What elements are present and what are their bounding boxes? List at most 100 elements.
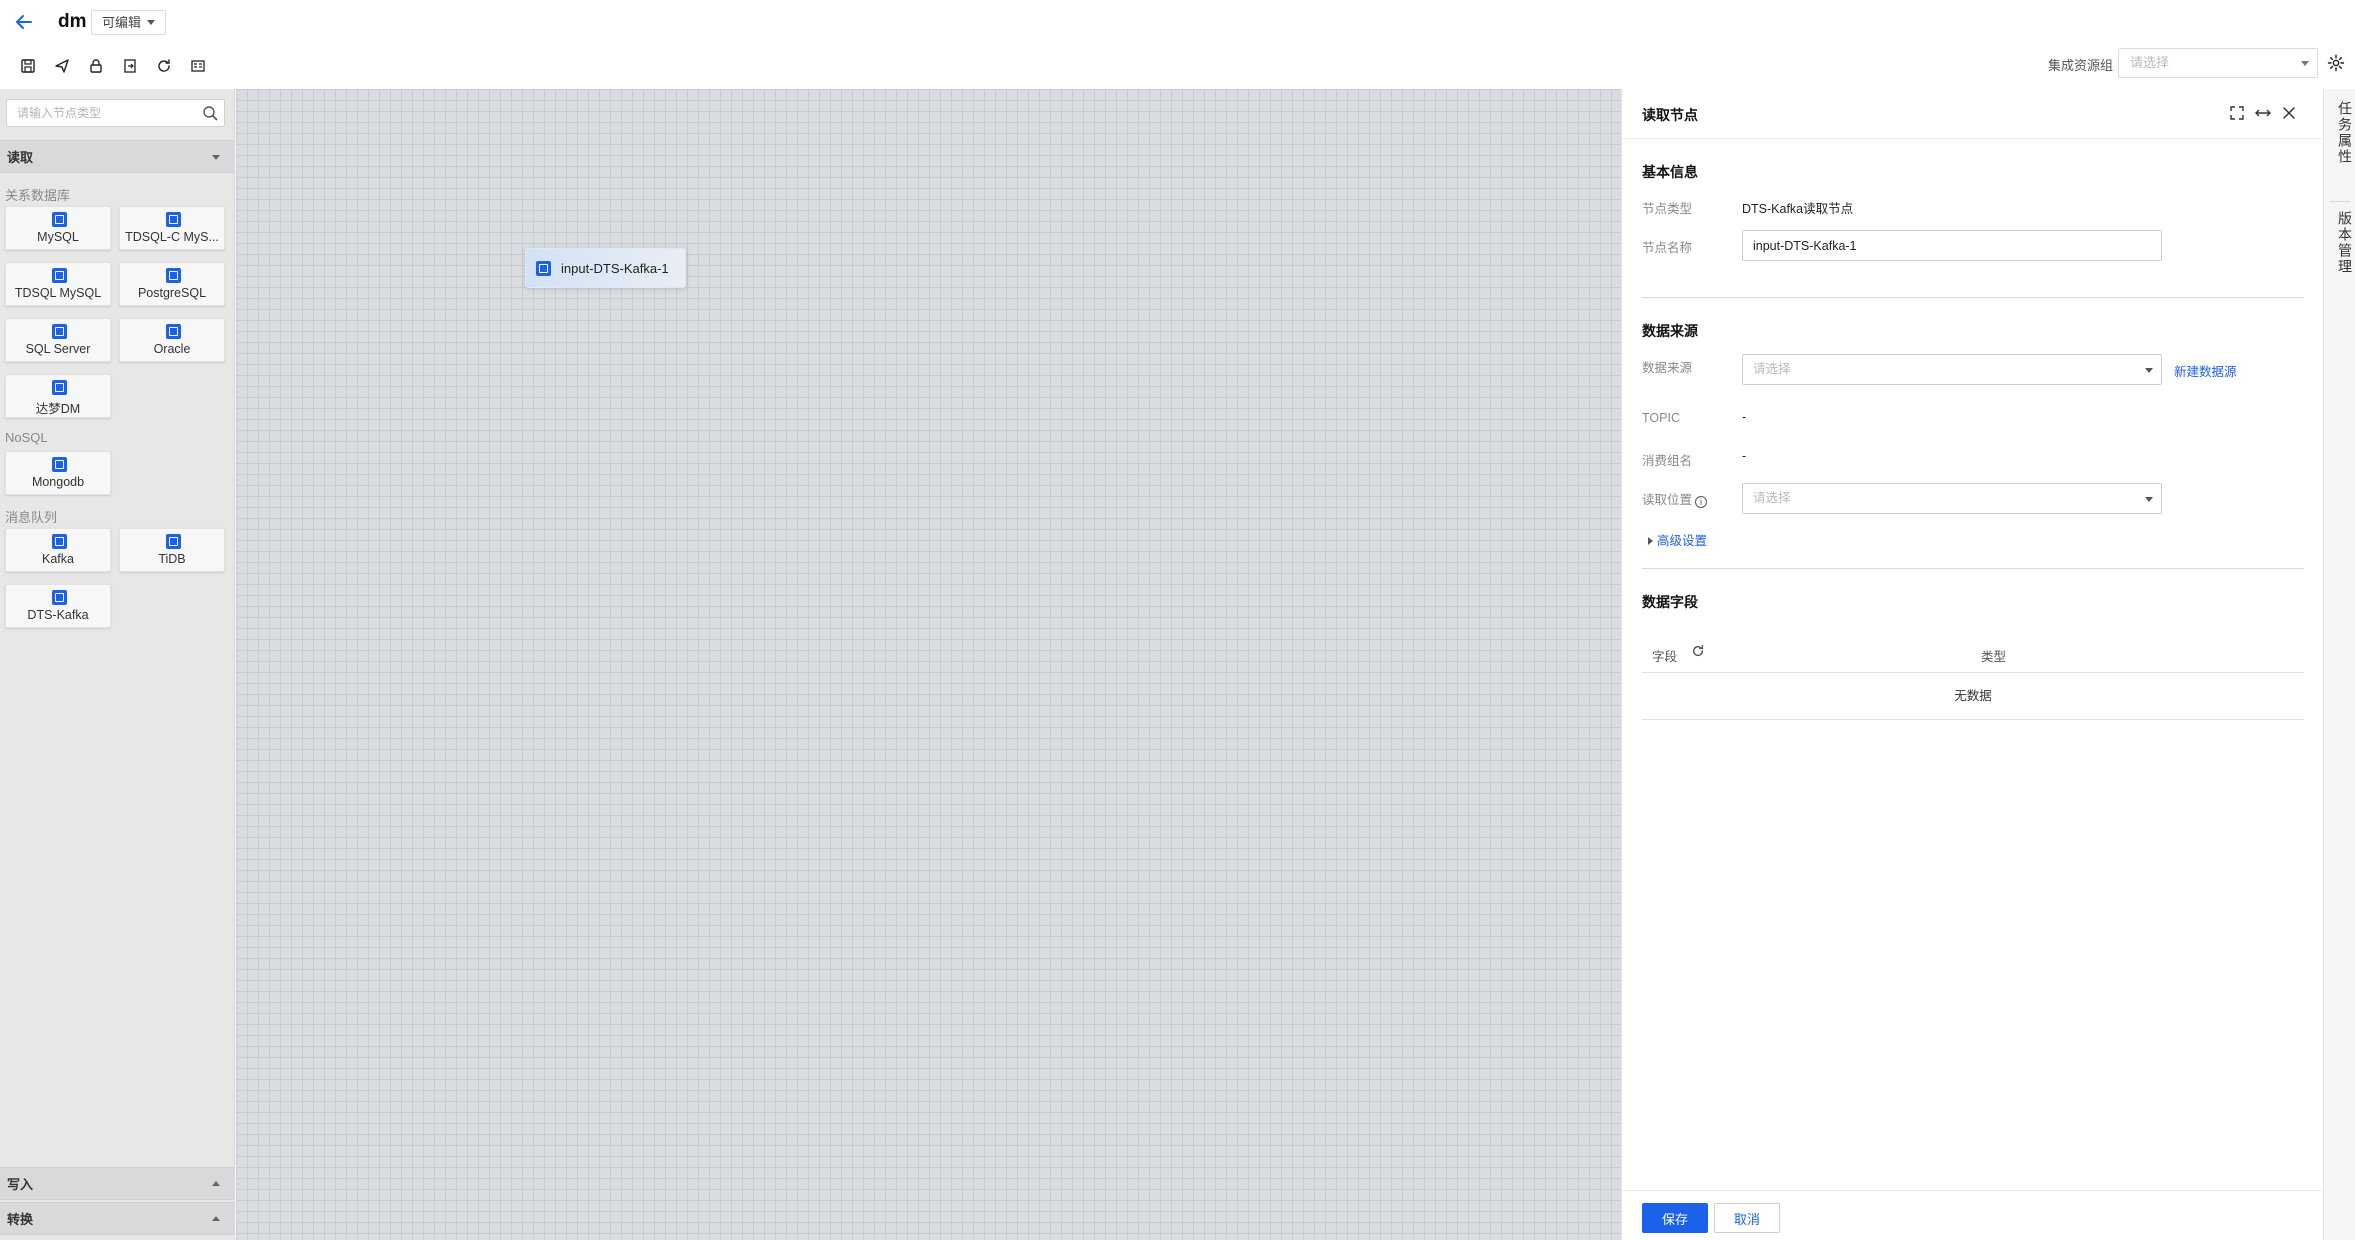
- read-position-label-wrap: 读取位置 i: [1642, 489, 1708, 508]
- app-root: dm 可编辑 集成资源组 请选择 请输入节点类型 读取 关系数据库 MySQL …: [0, 0, 2355, 1240]
- read-position-select[interactable]: 请选择: [1742, 483, 2162, 514]
- resource-group-placeholder: 请选择: [2130, 55, 2170, 70]
- canvas-node-dts-kafka[interactable]: input-DTS-Kafka-1: [525, 248, 686, 288]
- gear-icon[interactable]: [2327, 54, 2345, 72]
- resource-group-label: 集成资源组: [2048, 58, 2114, 73]
- database-icon: [166, 212, 181, 227]
- database-icon: [52, 457, 67, 472]
- node-palette: 读取 关系数据库 MySQL TDSQL-C MyS... TDSQL MySQ…: [0, 89, 235, 1240]
- node-type-label: 达梦DM: [35, 402, 81, 416]
- node-search: [6, 99, 225, 127]
- task-name: dm: [58, 11, 87, 32]
- data-source-select[interactable]: 请选择: [1742, 354, 2162, 385]
- advanced-settings-toggle[interactable]: 高级设置: [1648, 530, 1707, 549]
- node-type-label: TiDB: [158, 552, 186, 566]
- tab-task-properties[interactable]: 任务属性: [2324, 101, 2355, 165]
- config-icon[interactable]: [188, 56, 208, 76]
- node-type-postgresql[interactable]: PostgreSQL: [119, 262, 225, 306]
- panel-header: 读取节点: [1622, 89, 2324, 139]
- section-data-source: 数据来源: [1642, 323, 1698, 339]
- cancel-button[interactable]: 取消: [1714, 1203, 1780, 1233]
- advanced-settings-label: 高级设置: [1657, 534, 1708, 548]
- node-type-label: PostgreSQL: [137, 286, 207, 300]
- section-data-fields: 数据字段: [1642, 594, 1698, 610]
- info-icon[interactable]: i: [1695, 496, 1708, 508]
- section-basic-info: 基本信息: [1642, 164, 1698, 180]
- side-tabs: 任务属性 版本管理: [2323, 89, 2355, 1240]
- consumer-group-value: -: [1742, 449, 1747, 463]
- data-source-label: 数据来源: [1642, 361, 1693, 375]
- node-name-input[interactable]: [1742, 230, 2162, 261]
- node-config-panel: 读取节点 基本信息 节点类型 DTS-Kafka读取节点 节点名称 数据来源 数…: [1621, 89, 2324, 1240]
- node-name-label: 节点名称: [1642, 241, 1693, 255]
- back-arrow-icon[interactable]: [12, 10, 36, 34]
- chevron-down-icon: [212, 155, 220, 160]
- node-type-mysql[interactable]: MySQL: [5, 206, 111, 250]
- node-type-label: TDSQL-C MyS...: [125, 230, 219, 244]
- node-type-value: DTS-Kafka读取节点: [1742, 202, 1854, 216]
- node-type-oracle[interactable]: Oracle: [119, 318, 225, 362]
- database-icon: [52, 324, 67, 339]
- panel-footer: 保存 取消: [1622, 1190, 2324, 1240]
- node-type-kafka[interactable]: Kafka: [5, 528, 111, 572]
- divider: [2330, 201, 2350, 202]
- node-type-label: TDSQL MySQL: [14, 286, 102, 300]
- refresh-icon[interactable]: [154, 56, 174, 76]
- node-type-label: 节点类型: [1642, 202, 1693, 216]
- mode-label: 可编辑: [102, 15, 142, 30]
- chevron-down-icon: [2145, 497, 2153, 502]
- tab-version-management[interactable]: 版本管理: [2324, 211, 2355, 275]
- chevron-up-icon: [212, 1216, 220, 1221]
- chevron-down-icon: [147, 20, 156, 25]
- node-type-tidb[interactable]: TiDB: [119, 528, 225, 572]
- save-button[interactable]: 保存: [1642, 1203, 1708, 1233]
- node-type-label: DTS-Kafka: [27, 608, 89, 622]
- node-type-dts-kafka[interactable]: DTS-Kafka: [5, 584, 111, 628]
- fields-table-header: 字段 类型: [1642, 633, 2304, 673]
- close-icon[interactable]: [2280, 104, 2298, 122]
- database-icon: [52, 268, 67, 283]
- node-type-tdsql-c-mysql[interactable]: TDSQL-C MyS...: [119, 206, 225, 250]
- new-data-source-link[interactable]: 新建数据源: [2174, 361, 2237, 380]
- search-icon[interactable]: [202, 105, 218, 121]
- node-type-label: MySQL: [37, 230, 79, 244]
- lock-icon[interactable]: [86, 56, 106, 76]
- resize-horizontal-icon[interactable]: [2254, 104, 2272, 122]
- node-type-dameng[interactable]: 达梦DM: [5, 374, 111, 418]
- node-search-input[interactable]: [7, 100, 187, 126]
- panel-title: 读取节点: [1642, 107, 1698, 123]
- toolbar: [18, 56, 208, 76]
- mode-dropdown[interactable]: 可编辑: [91, 10, 167, 35]
- divider: [1642, 568, 2304, 569]
- import-icon[interactable]: [120, 56, 140, 76]
- node-type-label: Mongodb: [31, 475, 85, 489]
- chevron-down-icon: [2145, 368, 2153, 373]
- caret-right-icon: [1648, 537, 1653, 545]
- topic-label: TOPIC: [1642, 411, 1680, 425]
- refresh-fields-icon[interactable]: [1691, 644, 1705, 661]
- save-icon[interactable]: [18, 56, 38, 76]
- section-read-label: 读取: [7, 150, 34, 165]
- section-write[interactable]: 写入: [0, 1167, 234, 1200]
- fullscreen-icon[interactable]: [2228, 104, 2246, 122]
- kafka-icon: [536, 261, 551, 276]
- publish-icon[interactable]: [52, 56, 72, 76]
- resource-group-select[interactable]: 请选择: [2118, 48, 2318, 78]
- read-position-placeholder: 请选择: [1753, 491, 1791, 505]
- group-label-rdb: 关系数据库: [5, 188, 71, 203]
- chevron-down-icon: [2301, 61, 2309, 66]
- node-type-tdsql-mysql[interactable]: TDSQL MySQL: [5, 262, 111, 306]
- consumer-group-label: 消费组名: [1642, 454, 1693, 468]
- tidb-icon: [166, 534, 181, 549]
- data-source-placeholder: 请选择: [1753, 362, 1791, 376]
- flow-canvas[interactable]: input-DTS-Kafka-1: [236, 89, 1621, 1240]
- fields-empty: 无数据: [1642, 673, 2304, 720]
- section-read[interactable]: 读取: [0, 140, 234, 173]
- section-transform[interactable]: 转换: [0, 1202, 234, 1235]
- header: dm 可编辑 集成资源组 请选择: [0, 0, 2355, 89]
- node-type-label: Kafka: [42, 552, 74, 566]
- kafka-icon: [52, 590, 67, 605]
- section-write-label: 写入: [7, 1177, 34, 1192]
- node-type-mongodb[interactable]: Mongodb: [5, 451, 111, 495]
- node-type-sql-server[interactable]: SQL Server: [5, 318, 111, 362]
